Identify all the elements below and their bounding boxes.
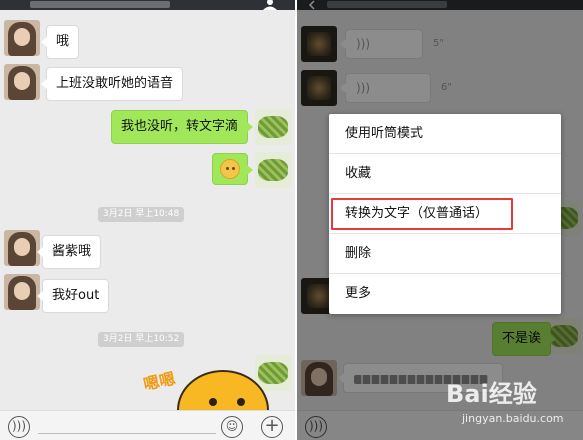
menu-item-earpiece-mode[interactable]: 使用听筒模式: [329, 114, 561, 154]
timestamp: 3月2日 早上10:52: [98, 332, 185, 347]
message-bubble-outgoing[interactable]: 不是诶: [492, 322, 557, 356]
title-bar: [297, 0, 583, 10]
contact-avatar[interactable]: [301, 26, 337, 62]
message-bubble-incoming[interactable]: 哦: [40, 25, 80, 59]
menu-item-more[interactable]: 更多: [329, 274, 561, 314]
voice-duration: 5": [433, 38, 444, 49]
my-avatar[interactable]: [255, 109, 291, 145]
menu-item-label: 更多: [345, 286, 372, 301]
my-avatar[interactable]: [255, 355, 291, 391]
menu-item-label: 收藏: [345, 166, 372, 181]
contact-avatar[interactable]: [4, 20, 40, 56]
blurred-title: [327, 1, 447, 8]
voice-waves-icon: ))): [308, 419, 324, 433]
context-menu: 使用听筒模式 收藏 转换为文字（仅普通话） 删除 更多: [329, 114, 561, 314]
voice-waves-icon: ))): [356, 37, 371, 51]
message-input[interactable]: [38, 433, 216, 434]
contact-avatar[interactable]: [301, 70, 337, 106]
input-bar: ))) ☺ +: [0, 410, 295, 440]
person-icon[interactable]: [258, 0, 282, 10]
emoji-icon: [220, 159, 240, 179]
emoji-icon: ☺: [225, 419, 239, 433]
voice-toggle-button[interactable]: ))): [8, 416, 30, 438]
emoji-message-bubble[interactable]: [212, 153, 253, 185]
watermark-logo: Bai经验: [446, 380, 537, 408]
emoji-button[interactable]: ☺: [221, 416, 243, 438]
message-bubble-incoming[interactable]: 我好out: [36, 279, 110, 313]
highlight-box: [331, 198, 513, 230]
voice-toggle-button[interactable]: ))): [305, 416, 327, 438]
watermark-url: jingyan.baidu.com: [462, 412, 564, 425]
chat-panel-left: 哦 上班没敢听她的语音 我也没听，转文字滴 3月2日 早上10:48 酱紫哦 我…: [0, 0, 295, 440]
blurred-title: [30, 1, 170, 8]
menu-item-convert-to-text[interactable]: 转换为文字（仅普通话）: [329, 194, 561, 234]
my-avatar[interactable]: [255, 152, 291, 188]
plus-button[interactable]: +: [261, 416, 283, 438]
message-bubble-incoming[interactable]: 酱紫哦: [36, 235, 102, 269]
title-bar: [0, 0, 295, 10]
watermark: Bai经验 jingyan.baidu.com: [446, 374, 578, 434]
plus-icon: +: [264, 415, 280, 436]
sticker-eye: [237, 398, 245, 406]
timestamp: 3月2日 早上10:48: [98, 207, 185, 222]
menu-item-label: 使用听筒模式: [345, 126, 424, 141]
message-bubble-outgoing[interactable]: 我也没听，转文字滴: [111, 110, 254, 144]
sticker-caption: 嗯嗯: [141, 368, 177, 395]
sticker-eye: [209, 398, 217, 406]
menu-item-label: 删除: [345, 246, 372, 261]
back-arrow-icon[interactable]: [307, 0, 317, 10]
contact-avatar[interactable]: [301, 360, 337, 396]
voice-message-bubble[interactable]: ))): [340, 29, 423, 59]
contact-avatar[interactable]: [4, 64, 40, 100]
voice-waves-icon: ))): [356, 81, 371, 95]
voice-duration: 6": [441, 82, 452, 93]
voice-message-bubble[interactable]: ))): [340, 73, 431, 103]
contact-avatar[interactable]: [4, 274, 40, 310]
menu-item-delete[interactable]: 删除: [329, 234, 561, 274]
contact-avatar[interactable]: [4, 230, 40, 266]
menu-item-favorite[interactable]: 收藏: [329, 154, 561, 194]
message-bubble-incoming[interactable]: 上班没敢听她的语音: [40, 67, 184, 101]
voice-waves-icon: ))): [11, 419, 27, 433]
